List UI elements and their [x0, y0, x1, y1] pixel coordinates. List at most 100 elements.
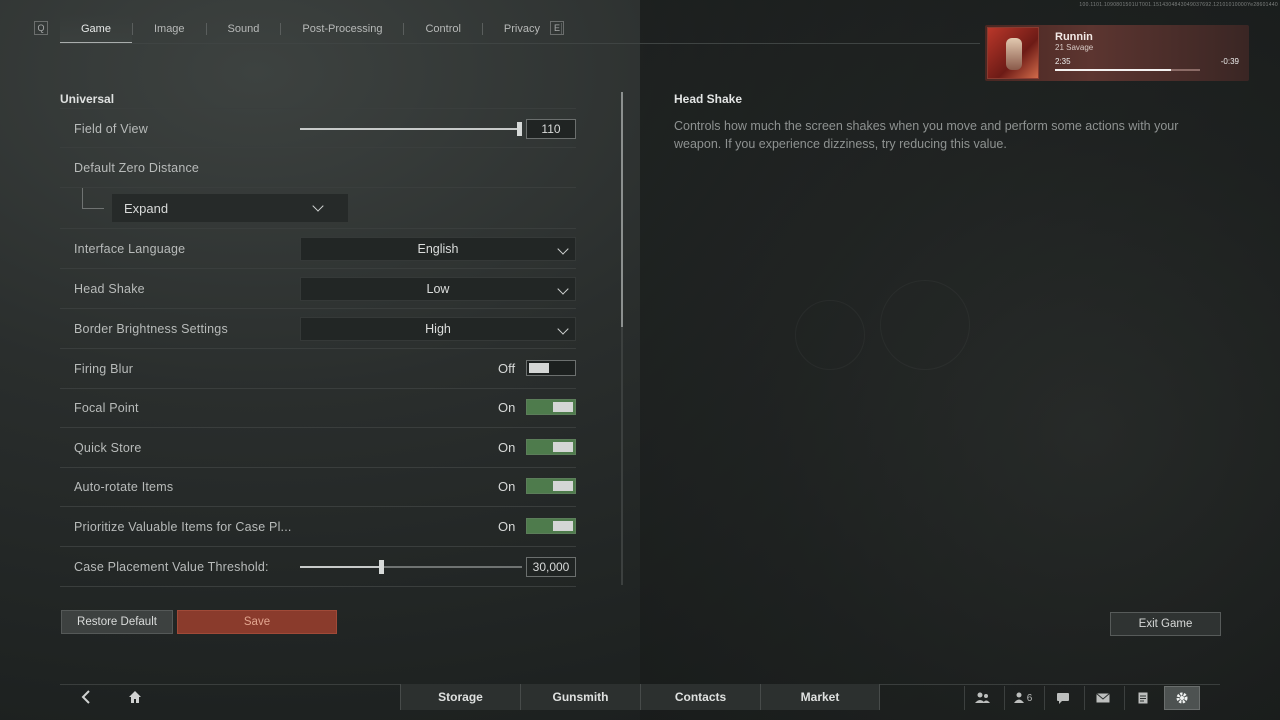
top-tabs: Game Image Sound Post-Processing Control… — [60, 14, 562, 44]
setting-label: Field of View — [74, 122, 148, 136]
dropdown-value: Low — [426, 282, 450, 296]
toggle-state-text: On — [498, 519, 516, 534]
threshold-slider[interactable] — [300, 560, 522, 574]
toggle-state-text: On — [498, 440, 516, 455]
squad-icon[interactable] — [964, 686, 1000, 710]
setting-row-fov: Field of View 110 — [60, 108, 576, 148]
settings-scrollbar[interactable] — [621, 92, 623, 585]
friends-count: 6 — [1026, 692, 1033, 704]
fov-slider-thumb[interactable] — [517, 122, 522, 136]
toggle-state-text: On — [498, 479, 516, 494]
setting-label: Head Shake — [74, 282, 145, 296]
setting-label: Firing Blur — [74, 362, 134, 376]
language-dropdown[interactable]: English — [300, 237, 576, 261]
setting-row-firing-blur: Firing Blur Off — [60, 349, 576, 389]
track-artist: 21 Savage — [1055, 43, 1094, 52]
nav-tab-contacts[interactable]: Contacts — [640, 684, 760, 710]
setting-label: Focal Point — [74, 401, 139, 415]
notes-icon[interactable] — [1124, 686, 1160, 710]
head-shake-dropdown[interactable]: Low — [300, 277, 576, 301]
section-title: Universal — [60, 92, 115, 106]
setting-label: Prioritize Valuable Items for Case Pl... — [74, 520, 292, 534]
tab-control[interactable]: Control — [404, 14, 481, 44]
fov-slider-fill — [300, 128, 520, 130]
setting-row-case-threshold: Case Placement Value Threshold: 30,000 — [60, 547, 576, 587]
background-reel — [880, 280, 970, 370]
track-elapsed: 2:35 — [1055, 57, 1071, 66]
album-art — [987, 27, 1039, 79]
chevron-down-icon — [557, 283, 569, 295]
zero-distance-expand-row: Expand — [60, 188, 576, 229]
expand-button[interactable]: Expand — [112, 194, 348, 222]
toggle-knob — [553, 442, 573, 452]
restore-default-button[interactable]: Restore Default — [61, 610, 173, 634]
scrollbar-thumb[interactable] — [621, 92, 623, 327]
toggle-knob — [553, 481, 573, 491]
music-player[interactable]: Runnin 21 Savage 2:35 -0:39 — [985, 25, 1249, 81]
expand-label: Expand — [124, 201, 169, 216]
nav-tab-storage[interactable]: Storage — [400, 684, 520, 710]
tab-post-processing[interactable]: Post-Processing — [281, 14, 403, 44]
nav-tab-gunsmith[interactable]: Gunsmith — [520, 684, 640, 710]
chevron-down-icon — [557, 243, 569, 255]
chevron-down-icon — [312, 200, 324, 212]
setting-row-quick-store: Quick Store On — [60, 428, 576, 468]
threshold-slider-fill — [300, 566, 382, 568]
threshold-value-input[interactable]: 30,000 — [526, 557, 576, 577]
home-icon[interactable] — [115, 684, 155, 710]
setting-row-focal-point: Focal Point On — [60, 388, 576, 428]
quick-store-toggle[interactable] — [526, 439, 576, 455]
tab-prev-key[interactable]: Q — [34, 21, 48, 35]
tab-image[interactable]: Image — [133, 14, 206, 44]
auto-rotate-toggle[interactable] — [526, 478, 576, 494]
track-title: Runnin — [1055, 31, 1093, 43]
track-progress-bar[interactable] — [1055, 69, 1200, 71]
tree-connector — [82, 188, 83, 208]
border-brightness-dropdown[interactable]: High — [300, 317, 576, 341]
track-progress-fill — [1055, 69, 1171, 71]
setting-row-language: Interface Language English — [60, 229, 576, 269]
tab-sound[interactable]: Sound — [207, 14, 281, 44]
toggle-state-text: On — [498, 400, 516, 415]
focal-point-toggle[interactable] — [526, 399, 576, 415]
threshold-slider-thumb[interactable] — [379, 560, 384, 574]
description-title: Head Shake — [674, 92, 743, 106]
back-arrow-icon[interactable] — [66, 684, 106, 710]
track-remaining: -0:39 — [1220, 57, 1239, 66]
toggle-state-text: Off — [498, 361, 516, 376]
tab-game[interactable]: Game — [60, 14, 132, 44]
setting-label: Case Placement Value Threshold: — [74, 560, 269, 574]
description-text: Controls how much the screen shakes when… — [674, 119, 1179, 151]
chat-icon[interactable] — [1044, 686, 1080, 710]
setting-row-zero-distance: Default Zero Distance — [60, 148, 576, 188]
setting-row-auto-rotate: Auto-rotate Items On — [60, 467, 576, 507]
tree-connector — [82, 208, 104, 209]
setting-row-head-shake: Head Shake Low — [60, 269, 576, 309]
version-string: 100.1101.1090801501UT001.151430484304903… — [1079, 2, 1278, 8]
setting-label: Default Zero Distance — [74, 161, 200, 175]
setting-label: Quick Store — [74, 441, 142, 455]
setting-row-prioritize-valuable: Prioritize Valuable Items for Case Pl...… — [60, 507, 576, 547]
nav-tab-market[interactable]: Market — [760, 684, 880, 710]
setting-label: Auto-rotate Items — [74, 480, 174, 494]
setting-label: Border Brightness Settings — [74, 322, 228, 336]
prioritize-valuable-toggle[interactable] — [526, 518, 576, 534]
chevron-down-icon — [557, 323, 569, 335]
background-reel — [795, 300, 865, 370]
toggle-knob — [529, 363, 549, 373]
toggle-knob — [553, 521, 573, 531]
tab-underline — [60, 43, 980, 44]
exit-game-button[interactable]: Exit Game — [1110, 612, 1221, 636]
setting-row-border-brightness: Border Brightness Settings High — [60, 309, 576, 349]
save-button[interactable]: Save — [177, 610, 337, 634]
dropdown-value: English — [417, 242, 459, 256]
dropdown-value: High — [425, 322, 451, 336]
fov-slider[interactable] — [300, 122, 522, 136]
friends-icon[interactable]: 6 — [1004, 686, 1040, 710]
tab-next-key[interactable]: E — [550, 21, 564, 35]
settings-gear-icon[interactable] — [1164, 686, 1200, 710]
mail-icon[interactable] — [1084, 686, 1120, 710]
setting-label: Interface Language — [74, 242, 186, 256]
fov-value-input[interactable]: 110 — [526, 119, 576, 139]
firing-blur-toggle[interactable] — [526, 360, 576, 376]
